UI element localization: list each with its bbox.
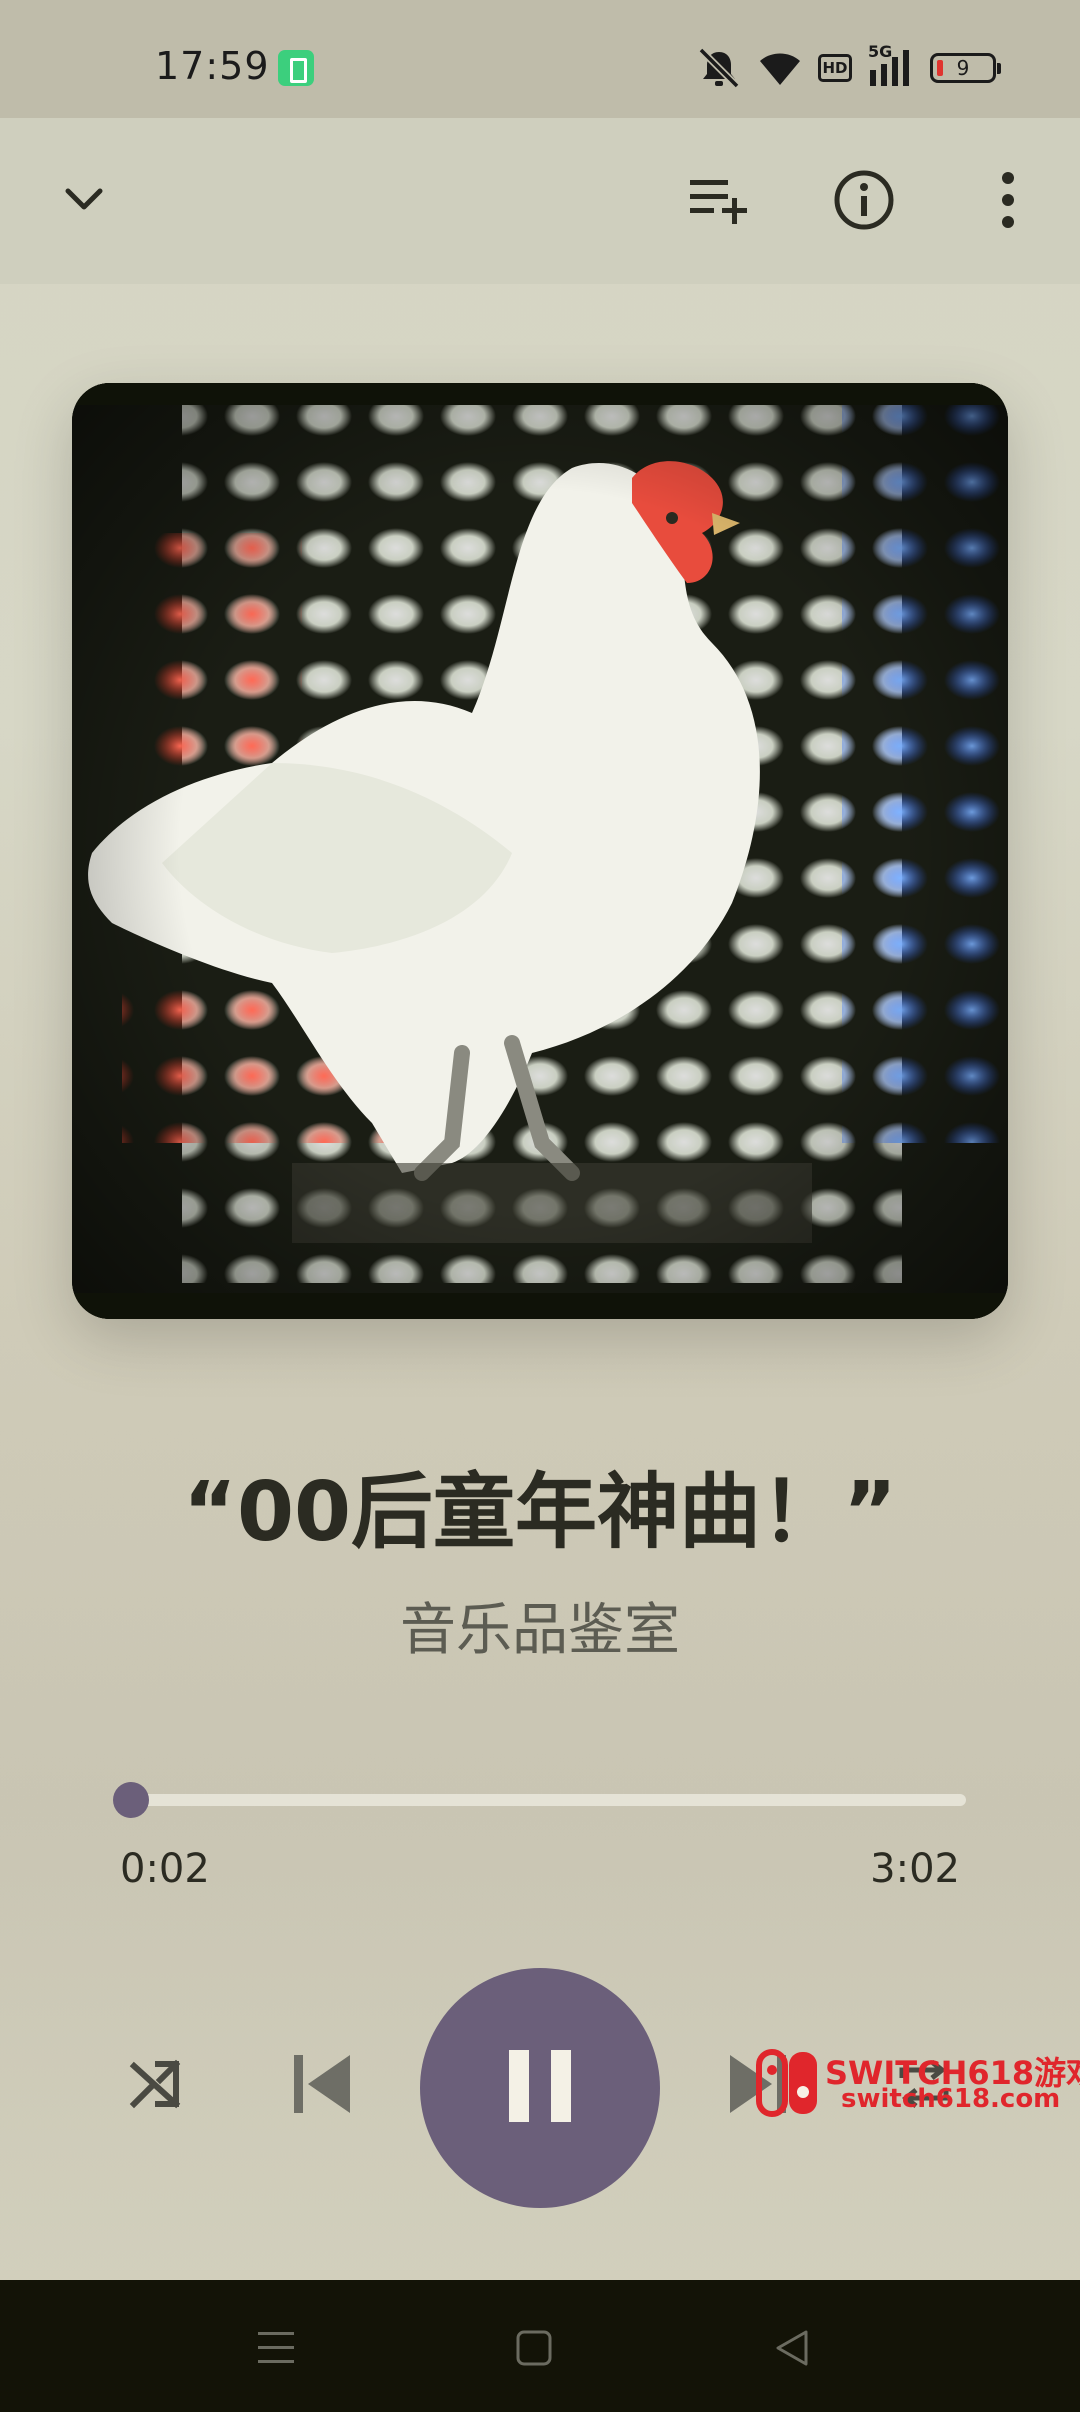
status-icons: HD 5G 9 <box>696 42 1001 90</box>
home-button[interactable] <box>494 2310 574 2390</box>
status-time: 17:59 <box>155 44 270 88</box>
signal-icon: 5G <box>868 42 914 88</box>
previous-button[interactable] <box>282 2046 362 2126</box>
add-to-playlist-icon <box>688 174 752 230</box>
system-nav-bar <box>0 2280 1080 2412</box>
add-to-playlist-button[interactable] <box>680 162 760 242</box>
track-title: “00后童年神曲！” <box>183 1465 897 1560</box>
hd-icon: HD <box>818 54 852 82</box>
play-pause-button[interactable] <box>420 1968 660 2208</box>
seek-bar-thumb[interactable] <box>113 1782 150 1818</box>
watermark: SWITCH618游戏 switch618.com <box>755 2048 1080 2118</box>
battery-icon: 9 <box>930 53 1001 83</box>
chevron-down-icon <box>62 185 106 219</box>
top-app-bar <box>0 118 1080 284</box>
info-button[interactable] <box>824 162 904 242</box>
collapse-button[interactable] <box>44 162 124 242</box>
shuffle-button[interactable] <box>116 2046 196 2126</box>
home-icon <box>515 2329 553 2371</box>
album-art <box>72 383 1008 1319</box>
wifi-icon <box>758 49 802 87</box>
switch-logo-icon <box>755 2048 821 2122</box>
more-vert-icon <box>1000 172 1016 232</box>
current-time: 0:02 <box>120 1846 210 1892</box>
recent-apps-button[interactable] <box>236 2310 316 2390</box>
skip-previous-icon <box>290 2053 354 2119</box>
more-options-button[interactable] <box>968 162 1048 242</box>
seek-bar[interactable] <box>113 1782 966 1818</box>
shuffle-icon <box>128 2056 184 2116</box>
watermark-url: switch618.com <box>841 2084 1061 2114</box>
menu-icon <box>256 2330 296 2370</box>
mute-icon <box>696 46 742 90</box>
track-artist[interactable]: 音乐品鉴室 <box>0 1585 1080 1666</box>
pause-icon <box>509 2050 571 2126</box>
info-icon <box>833 169 895 235</box>
total-time: 3:02 <box>870 1846 960 1892</box>
back-icon <box>774 2328 810 2372</box>
status-bar: 17:59 HD 5G 9 <box>0 0 1080 118</box>
battery-saver-icon <box>278 50 314 86</box>
back-button[interactable] <box>752 2310 832 2390</box>
